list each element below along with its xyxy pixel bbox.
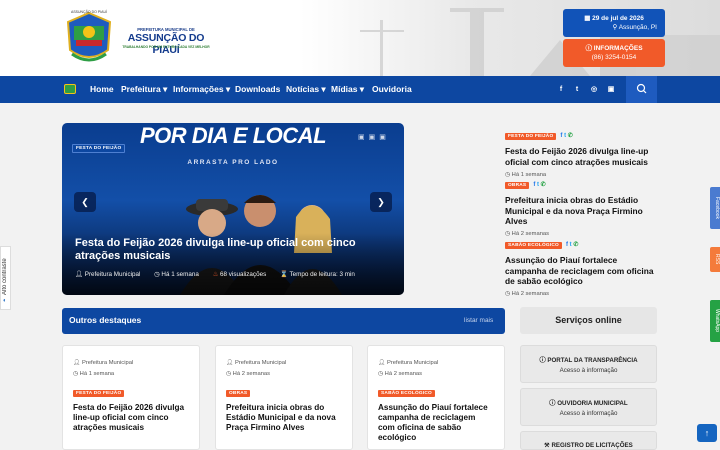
nav-downloads[interactable]: Downloads <box>235 76 280 103</box>
featured-news-carousel[interactable]: POR DIA E LOCAL ARRASTA PRO LADO FESTA D… <box>62 123 404 295</box>
card-time: Há 2 semanas <box>232 371 271 377</box>
share-icons[interactable]: f t ✆ <box>560 132 572 139</box>
nav-informacoes[interactable]: Informações ▾ <box>173 76 230 103</box>
card-author: Prefeitura Municipal <box>386 360 439 366</box>
highlight-card[interactable]: 👤︎ Prefeitura Municipal ◷ Há 1 semana FE… <box>62 345 200 450</box>
high-contrast-toggle[interactable]: Alto contraste ◐ <box>0 246 11 310</box>
service-title: PORTAL DA TRANSPARÊNCIA <box>547 357 638 364</box>
side-news-title[interactable]: Festa do Feijão 2026 divulga line-up ofi… <box>505 146 660 167</box>
online-services-header: Serviços online <box>520 307 657 334</box>
user-icon: 👤︎ <box>73 360 82 366</box>
nav-midias[interactable]: Mídias ▾ <box>331 76 364 103</box>
whatsapp-side-label: WhatsApp <box>714 309 720 333</box>
calendar-icon: ▦ <box>584 15 593 22</box>
service-ombudsman[interactable]: ⓘ OUVIDORIA MUNICIPAL Acesso à informaçã… <box>520 388 657 426</box>
home-logo-icon[interactable] <box>64 84 76 94</box>
share-icons[interactable]: f t ✆ <box>566 241 578 248</box>
clock-icon: ◷ <box>73 371 80 377</box>
slide-meta: 👤︎ Prefeitura Municipal ◷ Há 1 semana ♨ … <box>75 270 395 278</box>
card-title[interactable]: Assunção do Piauí fortalece campanha de … <box>378 403 494 443</box>
clock-icon: ◷ <box>505 290 512 297</box>
card-title[interactable]: Festa do Feijão 2026 divulga line-up ofi… <box>73 403 189 433</box>
side-news-tag[interactable]: SABÃO ECOLÓGICO <box>505 242 562 249</box>
youtube-icon[interactable]: ▣ <box>606 76 616 103</box>
current-location: Assunção, PI <box>618 24 657 31</box>
slide-action-icons[interactable]: ▣▣▣ <box>358 133 390 141</box>
logo-top-text: ASSUNÇÃO DO PIAUÍ <box>71 10 107 14</box>
card-time: Há 1 semana <box>79 371 115 377</box>
card-tag[interactable]: SABÃO ECOLÓGICO <box>378 390 435 397</box>
side-news-title[interactable]: Assunção do Piauí fortalece campanha de … <box>505 255 660 287</box>
side-news-item[interactable]: SABÃO ECOLÓGICO f t ✆ Assunção do Piauí f… <box>505 233 660 297</box>
facebook-icon[interactable]: f <box>556 76 566 103</box>
side-news-item[interactable]: FESTA DO FEIJÃO f t ✆ Festa do Feijão 202… <box>505 124 660 178</box>
highlight-card[interactable]: 👤︎ Prefeitura Municipal ◷ Há 2 semanas S… <box>367 345 505 450</box>
side-news-time: Há 2 semanas <box>511 290 550 297</box>
date-box: ▦ 29 de jul de 2026 ⚲ Assunção, PI <box>563 9 665 37</box>
rss-side-tab[interactable]: RSS <box>710 247 720 272</box>
nav-home[interactable]: Home <box>90 76 114 103</box>
card-time: Há 2 semanas <box>384 371 423 377</box>
service-subtitle: Acesso à informação <box>559 367 618 374</box>
card-title[interactable]: Prefeitura inicia obras do Estádio Munic… <box>226 403 342 433</box>
whatsapp-side-tab[interactable]: WhatsApp <box>710 300 720 342</box>
search-button[interactable] <box>626 76 657 103</box>
service-transparency-portal[interactable]: ⓘ PORTAL DA TRANSPARÊNCIA Acesso à infor… <box>520 345 657 383</box>
municipality-logo[interactable]: ASSUNÇÃO DO PIAUÍ PREFEITURA MUNICIPAL D… <box>64 10 214 66</box>
carousel-prev-arrow-icon[interactable]: ❮ <box>74 192 96 212</box>
facebook-side-label: Facebook <box>714 197 720 219</box>
fire-icon: ♨ <box>212 271 221 278</box>
slide-category-tag[interactable]: FESTA DO FEIJÃO <box>72 144 126 153</box>
current-date: 29 de jul de 2026 <box>592 15 644 22</box>
carousel-next-arrow-icon[interactable]: ❯ <box>370 192 392 212</box>
nav-noticias[interactable]: Notícias ▾ <box>286 76 326 103</box>
logo-slogan-text: TRABALHANDO POR UM FUTURO CADA VEZ MELHO… <box>122 45 210 49</box>
highlight-card[interactable]: 👤︎ Prefeitura Municipal ◷ Há 2 semanas O… <box>215 345 353 450</box>
twitter-icon[interactable]: t <box>572 76 582 103</box>
card-author: Prefeitura Municipal <box>234 360 287 366</box>
user-icon: 👤︎ <box>75 271 85 278</box>
slide-headline[interactable]: Festa do Feijão 2026 divulga line-up ofi… <box>75 237 385 263</box>
facebook-side-tab[interactable]: Facebook <box>710 187 720 229</box>
share-icons[interactable]: f t ✆ <box>533 181 545 188</box>
rss-side-label: RSS <box>714 254 720 265</box>
site-header: ASSUNÇÃO DO PIAUÍ PREFEITURA MUNICIPAL D… <box>0 0 720 76</box>
service-subtitle: Acesso à informação <box>559 410 618 417</box>
slide-author: Prefeitura Municipal <box>84 271 141 278</box>
slide-time: Há 1 semana <box>161 271 199 278</box>
info-label: INFORMAÇÕES <box>593 45 643 52</box>
card-tag[interactable]: FESTA DO FEIJÃO <box>73 390 125 397</box>
clock-icon: ◷ <box>378 371 385 377</box>
info-icon: ⓘ <box>585 45 594 52</box>
info-box[interactable]: ⓘ INFORMAÇÕES (86) 3254-0154 <box>563 39 665 67</box>
high-contrast-label: Alto contraste <box>2 258 8 295</box>
service-title: REGISTRO DE LICITAÇÕES <box>551 442 633 449</box>
side-news-tag[interactable]: OBRAS <box>505 182 530 189</box>
back-to-top-arrow-icon[interactable]: ↑ <box>697 424 717 442</box>
user-icon: 👤︎ <box>226 360 235 366</box>
nav-prefeitura[interactable]: Prefeitura ▾ <box>121 76 167 103</box>
instagram-icon[interactable]: ◎ <box>589 76 599 103</box>
clock-icon: ◷ <box>226 371 233 377</box>
logo-name-text: ASSUNÇÃO DO PIAUÍ <box>127 32 205 56</box>
side-news-item[interactable]: OBRAS f t ✆ Prefeitura inicia obras do Es… <box>505 173 660 237</box>
card-tag[interactable]: OBRAS <box>226 390 251 397</box>
card-author: Prefeitura Municipal <box>81 360 134 366</box>
contrast-icon: ◐ <box>3 298 7 304</box>
side-news-tag[interactable]: FESTA DO FEIJÃO <box>505 133 557 140</box>
side-news-title[interactable]: Prefeitura inicia obras do Estádio Munic… <box>505 195 660 227</box>
service-title: OUVIDORIA MUNICIPAL <box>557 400 628 407</box>
service-bidding-registry[interactable]: ⚒ REGISTRO DE LICITAÇÕES <box>520 431 657 450</box>
slide-views: 68 visualizações <box>220 271 267 278</box>
search-icon <box>636 83 647 94</box>
slide-read-time: Tempo de leitura: 3 min <box>289 271 355 278</box>
other-highlights-header: Outros destaques listar mais <box>62 308 505 334</box>
nav-ouvidoria[interactable]: Ouvidoria <box>372 76 412 103</box>
info-phone: (86) 3254-0154 <box>591 54 637 61</box>
main-navigation: Home Prefeitura ▾ Informações ▾ Download… <box>0 76 720 103</box>
user-icon: 👤︎ <box>378 360 387 366</box>
section-title: Outros destaques <box>69 315 142 325</box>
list-more-link[interactable]: listar mais <box>464 317 493 324</box>
